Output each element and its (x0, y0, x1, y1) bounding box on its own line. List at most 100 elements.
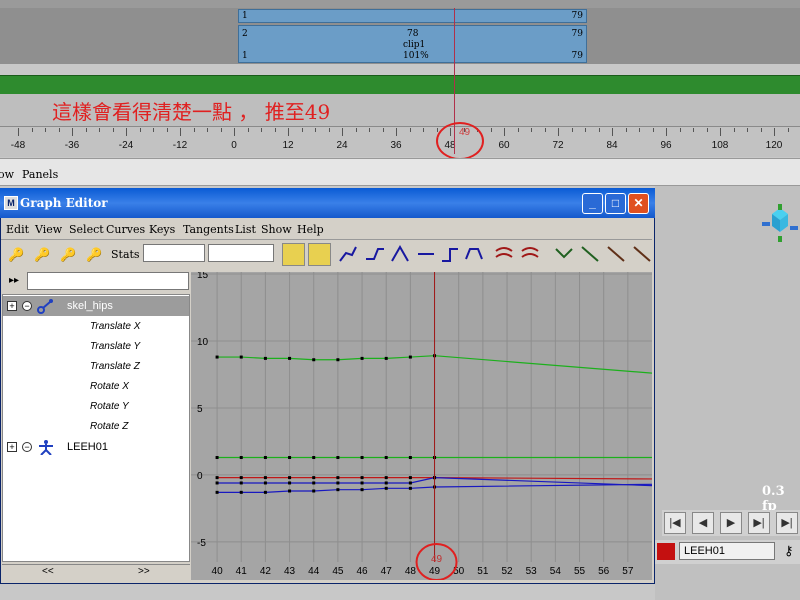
3d-viewport[interactable] (655, 186, 800, 600)
menu-list[interactable]: List (235, 223, 256, 236)
maya-icon: M (4, 196, 18, 210)
minus-icon[interactable]: − (22, 301, 32, 311)
menu-tangents[interactable]: Tangents (183, 223, 234, 236)
play-button[interactable]: ▶ (720, 512, 742, 534)
curve-rotate-x[interactable]: Rotate X (90, 381, 129, 392)
ruler-tick-mark (301, 128, 303, 132)
menu-select[interactable]: Select (69, 223, 104, 236)
scroll-right-button[interactable]: >> (138, 566, 150, 577)
menu-item-show[interactable]: ow (0, 168, 14, 181)
outliner-node-leeh01[interactable]: LEEH01 (67, 441, 108, 453)
graph-background (191, 272, 652, 580)
character-icon (39, 440, 53, 455)
step-forward-button[interactable]: ▶| (748, 512, 770, 534)
step-tangent-icon[interactable] (442, 248, 458, 262)
minimize-button[interactable]: _ (582, 193, 603, 214)
y-tick-label: 0 (197, 471, 203, 482)
keyframe-point (384, 486, 388, 490)
step-back-button[interactable]: ◀ (692, 512, 714, 534)
minus-icon[interactable]: − (22, 442, 32, 452)
ruler-tick-label: -24 (118, 140, 134, 151)
ruler-tick-mark (288, 128, 289, 136)
menu-item-panels[interactable]: Panels (22, 168, 58, 181)
keyframe-point (312, 358, 316, 362)
ruler-tick-mark (274, 128, 276, 132)
menu-keys[interactable]: Keys (149, 223, 175, 236)
swap-buffer-icon[interactable] (521, 247, 539, 258)
ruler-tick-mark (409, 128, 411, 132)
x-tick-label: 42 (260, 566, 272, 577)
keyframe-point (215, 490, 219, 494)
menu-edit[interactable]: Edit (6, 223, 29, 236)
stats-time-field[interactable] (143, 244, 205, 262)
ruler-tick-mark (652, 128, 654, 132)
keyframe-point (263, 481, 267, 485)
curve-translate-x[interactable]: Translate X (90, 321, 140, 332)
keyframe-point (215, 456, 219, 460)
annotation-text: 這樣會看得清楚一點 ， 推至49 (52, 100, 331, 124)
menu-help[interactable]: Help (297, 223, 324, 236)
lock-tangent-weight-icon[interactable] (633, 246, 651, 262)
filter-toggle-icon[interactable]: ▸▸ (4, 273, 24, 289)
trax-clip-1[interactable]: 2 79 78 clip1 1 101% 79 (238, 25, 587, 63)
window-title: Graph Editor (20, 196, 108, 210)
ruler-tick-mark (112, 128, 114, 132)
outliner-scrollbar[interactable] (2, 564, 190, 581)
unify-tangents-icon[interactable] (581, 246, 599, 262)
spline-tangent-icon[interactable] (339, 246, 357, 262)
stats-value-field[interactable] (208, 244, 274, 262)
x-tick-label: 52 (501, 566, 513, 577)
frame-all-icon[interactable] (282, 243, 305, 266)
expand-icon[interactable]: + (7, 442, 17, 452)
current-character-field[interactable]: LEEH01 (679, 542, 775, 560)
x-tick-label: 41 (236, 566, 248, 577)
curve-translate-z[interactable]: Translate Z (90, 361, 140, 372)
linear-tangent-icon[interactable] (391, 244, 409, 262)
key-icon[interactable]: ⚷ (784, 543, 794, 559)
menu-view[interactable]: View (35, 223, 62, 236)
keyframe-point (239, 456, 243, 460)
close-icon: ✕ (633, 196, 644, 210)
free-tangent-weight-icon[interactable] (607, 246, 625, 262)
ruler-tick-mark (382, 128, 384, 132)
maximize-button[interactable]: □ (605, 193, 626, 214)
go-to-start-button[interactable]: |◀ (664, 512, 686, 534)
ruler-tick-mark (747, 128, 748, 132)
ruler-tick-mark (355, 128, 357, 132)
break-tangents-icon[interactable] (555, 248, 573, 259)
clamped-tangent-icon[interactable] (366, 248, 384, 260)
ruler-tick-label: 108 (711, 140, 729, 151)
frame-playback-range-icon[interactable] (308, 243, 331, 266)
time-range-bar[interactable] (0, 75, 800, 95)
curve-rotate-z[interactable]: Rotate Z (90, 421, 128, 432)
character-dropdown-icon[interactable] (657, 543, 675, 560)
graph-view[interactable]: 40 41 42 43 44 45 46 47 48 49 50 51 52 53 54 55 56 571510… (191, 272, 652, 580)
curve-rotate-y[interactable]: Rotate Y (90, 401, 129, 412)
add-keys-tool-icon[interactable]: 🔑 (57, 243, 80, 266)
ruler-tick-mark (585, 128, 586, 132)
curve-translate-y[interactable]: Translate Y (90, 341, 140, 352)
go-to-end-button[interactable]: ▶| (776, 512, 798, 534)
ruler-tick-mark (315, 128, 316, 132)
ruler-tick-mark (598, 128, 600, 132)
expand-icon[interactable]: + (7, 301, 17, 311)
close-button[interactable]: ✕ (628, 193, 649, 214)
buffer-curve-icon[interactable] (495, 247, 513, 258)
ruler-tick-label: 24 (336, 140, 348, 151)
keyframe-point (263, 456, 267, 460)
y-tick-label: 5 (197, 404, 203, 415)
plateau-tangent-icon[interactable] (465, 248, 483, 260)
view-cube-icon[interactable] (762, 204, 798, 244)
trax-clip-row-1[interactable]: 1 79 (238, 9, 587, 23)
lattice-deform-keys-icon[interactable]: 🔑 (83, 243, 106, 266)
scroll-left-button[interactable]: << (42, 566, 54, 577)
outliner-filter-field[interactable] (27, 272, 189, 290)
minimize-icon: _ (589, 196, 596, 210)
ruler-tick-mark (490, 128, 492, 132)
move-nearest-key-tool-icon[interactable]: 🔑 (5, 243, 28, 266)
menu-curves[interactable]: Curves (106, 223, 145, 236)
menu-show[interactable]: Show (261, 223, 292, 236)
insert-keys-tool-icon[interactable]: 🔑 (31, 243, 54, 266)
x-tick-label: 57 (622, 566, 634, 577)
keyframe-point (408, 486, 412, 490)
